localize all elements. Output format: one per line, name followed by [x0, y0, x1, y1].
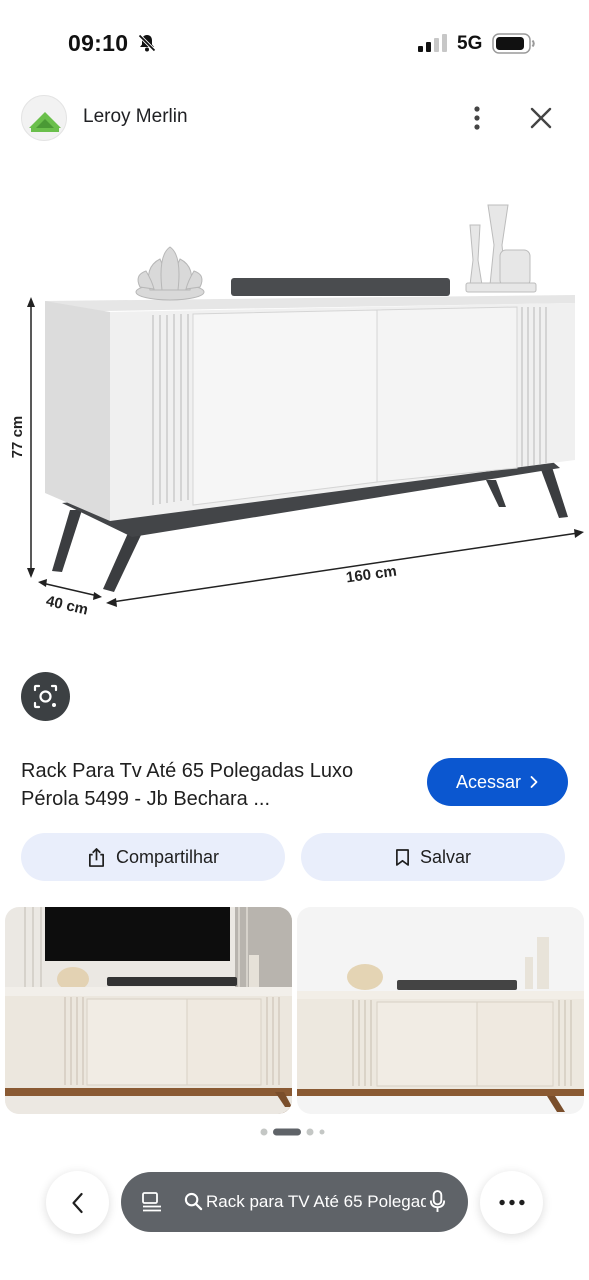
- related-image-2[interactable]: [297, 907, 584, 1114]
- more-vertical-icon: [474, 106, 480, 130]
- result-header: Leroy Merlin: [0, 90, 589, 146]
- save-button-label: Salvar: [419, 846, 472, 867]
- status-bar: 09:10 5G: [0, 0, 589, 88]
- status-time: 09:10: [68, 30, 129, 56]
- lens-icon: [33, 684, 58, 709]
- mic-icon[interactable]: [428, 1189, 447, 1214]
- share-button[interactable]: Compartilhar: [21, 833, 285, 881]
- back-icon: [71, 1192, 83, 1213]
- battery-icon: [492, 33, 535, 54]
- search-query[interactable]: Rack para TV Até 65 Polegadas Luxo Pérol…: [206, 1192, 426, 1212]
- more-options-button[interactable]: [460, 100, 494, 136]
- bookmark-icon: [396, 848, 409, 866]
- visit-button[interactable]: Acessar: [427, 758, 568, 806]
- search-icon: [184, 1192, 203, 1211]
- chevron-right-icon: [530, 776, 538, 788]
- site-name[interactable]: Leroy Merlin: [83, 106, 188, 128]
- dimension-depth-label: 40 cm: [44, 593, 89, 619]
- carousel-indicator: [260, 1128, 325, 1136]
- product-image[interactable]: 77 cm 160 cm 40 cm: [0, 155, 589, 660]
- more-actions-button[interactable]: [480, 1171, 543, 1234]
- search-bar[interactable]: Rack para TV Até 65 Polegadas Luxo Pérol…: [121, 1172, 468, 1232]
- share-button-label: Compartilhar: [115, 846, 220, 867]
- save-button[interactable]: Salvar: [301, 833, 565, 881]
- related-image-1[interactable]: [5, 907, 292, 1114]
- back-button[interactable]: [46, 1171, 109, 1234]
- bell-off-icon: [138, 34, 156, 52]
- dimension-height-label: 77 cm: [9, 416, 26, 459]
- tabs-icon[interactable]: [140, 1190, 164, 1214]
- close-button[interactable]: [524, 100, 558, 136]
- house-logo-icon[interactable]: [21, 95, 67, 141]
- more-horizontal-icon: [498, 1199, 525, 1206]
- network-type: 5G: [457, 33, 483, 54]
- visit-button-label: Acessar: [455, 771, 522, 792]
- result-title[interactable]: Rack Para Tv Até 65 Polegadas Luxo Pérol…: [21, 757, 406, 813]
- close-icon: [530, 107, 552, 129]
- share-icon: [88, 847, 104, 867]
- lens-button[interactable]: [21, 672, 70, 721]
- signal-icon: [418, 34, 447, 52]
